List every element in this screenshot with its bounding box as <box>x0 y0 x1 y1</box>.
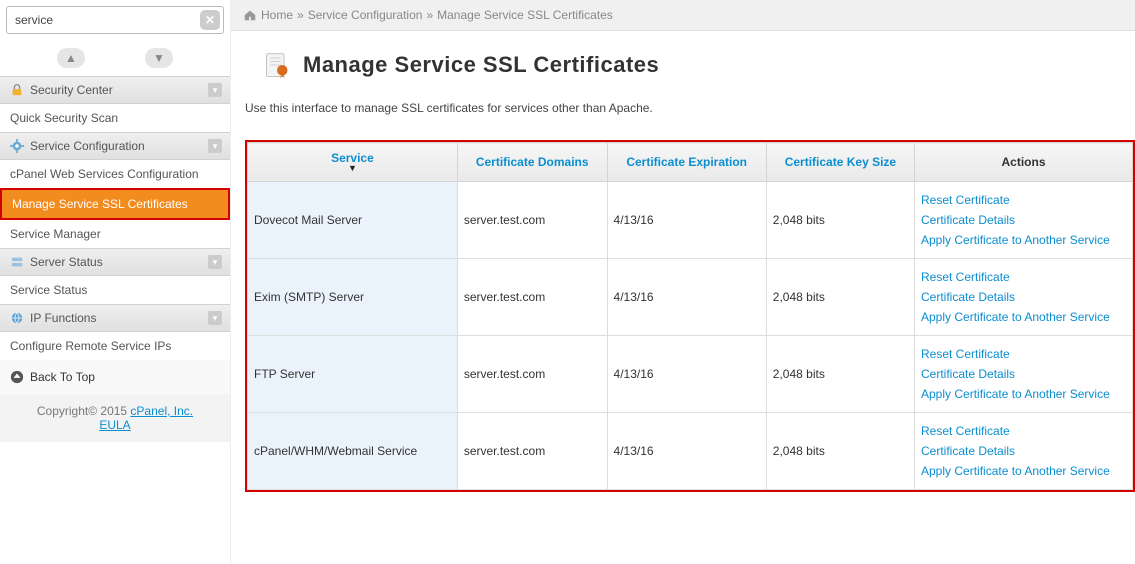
table-row: Exim (SMTP) Server server.test.com 4/13/… <box>248 259 1133 336</box>
table-row: Dovecot Mail Server server.test.com 4/13… <box>248 182 1133 259</box>
nav-section-label: Server Status <box>30 255 103 269</box>
cell-domain: server.test.com <box>457 413 607 490</box>
page-description: Use this interface to manage SSL certifi… <box>245 101 1135 115</box>
cell-key-size: 2,048 bits <box>766 413 914 490</box>
sidebar-item-manage-ssl[interactable]: Manage Service SSL Certificates <box>0 188 230 220</box>
copyright-footer: Copyright© 2015 cPanel, Inc. EULA <box>0 394 230 442</box>
nav-next-button[interactable]: ▼ <box>145 48 173 68</box>
sidebar-item-service-status[interactable]: Service Status <box>0 276 230 304</box>
home-icon <box>243 8 257 22</box>
breadcrumb-sep: » <box>426 8 433 22</box>
chevron-down-icon: ▾ <box>208 255 222 269</box>
clear-search-icon[interactable]: ✕ <box>200 10 220 30</box>
cert-details-link[interactable]: Certificate Details <box>921 441 1126 461</box>
breadcrumb-level2: Manage Service SSL Certificates <box>437 8 613 22</box>
reset-cert-link[interactable]: Reset Certificate <box>921 190 1126 210</box>
certificates-table-wrap: Service ▼ Certificate Domains Certificat… <box>245 140 1135 492</box>
cell-actions: Reset Certificate Certificate Details Ap… <box>915 182 1133 259</box>
gear-icon <box>10 139 24 153</box>
apply-cert-link[interactable]: Apply Certificate to Another Service <box>921 230 1126 250</box>
cell-actions: Reset Certificate Certificate Details Ap… <box>915 413 1133 490</box>
lock-icon <box>10 83 24 97</box>
cert-details-link[interactable]: Certificate Details <box>921 287 1126 307</box>
sidebar-item-quick-security-scan[interactable]: Quick Security Scan <box>0 104 230 132</box>
nav-section-service-configuration[interactable]: Service Configuration ▾ <box>0 132 230 160</box>
breadcrumb-level1[interactable]: Service Configuration <box>308 8 423 22</box>
back-to-top-link[interactable]: Back To Top <box>0 360 230 394</box>
table-row: FTP Server server.test.com 4/13/16 2,048… <box>248 336 1133 413</box>
breadcrumb-sep: » <box>297 8 304 22</box>
copyright-text: Copyright© 2015 <box>37 404 131 418</box>
cell-service: cPanel/WHM/Webmail Service <box>248 413 458 490</box>
server-icon <box>10 255 24 269</box>
col-key-size[interactable]: Certificate Key Size <box>766 143 914 182</box>
page-title: Manage Service SSL Certificates <box>303 52 659 78</box>
cell-key-size: 2,048 bits <box>766 336 914 413</box>
col-expiration[interactable]: Certificate Expiration <box>607 143 766 182</box>
up-arrow-icon <box>10 370 24 384</box>
reset-cert-link[interactable]: Reset Certificate <box>921 267 1126 287</box>
cell-service: Dovecot Mail Server <box>248 182 458 259</box>
cpanel-link[interactable]: cPanel, Inc. <box>130 404 193 418</box>
certificate-icon <box>263 51 291 79</box>
nav-section-ip-functions[interactable]: IP Functions ▾ <box>0 304 230 332</box>
cell-service: Exim (SMTP) Server <box>248 259 458 336</box>
cell-actions: Reset Certificate Certificate Details Ap… <box>915 259 1133 336</box>
reset-cert-link[interactable]: Reset Certificate <box>921 421 1126 441</box>
sort-desc-icon: ▼ <box>254 163 451 173</box>
cell-domain: server.test.com <box>457 182 607 259</box>
reset-cert-link[interactable]: Reset Certificate <box>921 344 1126 364</box>
col-service[interactable]: Service ▼ <box>248 143 458 182</box>
cert-details-link[interactable]: Certificate Details <box>921 364 1126 384</box>
chevron-down-icon: ▾ <box>208 139 222 153</box>
col-domains[interactable]: Certificate Domains <box>457 143 607 182</box>
nav-section-security-center[interactable]: Security Center ▾ <box>0 76 230 104</box>
breadcrumb: Home » Service Configuration » Manage Se… <box>231 0 1135 31</box>
nav-section-label: Service Configuration <box>30 139 145 153</box>
apply-cert-link[interactable]: Apply Certificate to Another Service <box>921 461 1126 481</box>
cell-key-size: 2,048 bits <box>766 259 914 336</box>
table-row: cPanel/WHM/Webmail Service server.test.c… <box>248 413 1133 490</box>
nav-prev-button[interactable]: ▲ <box>57 48 85 68</box>
cell-key-size: 2,048 bits <box>766 182 914 259</box>
sidebar: ✕ ▲ ▼ Security Center ▾ Quick Security S… <box>0 0 231 564</box>
chevron-down-icon: ▾ <box>208 311 222 325</box>
breadcrumb-home[interactable]: Home <box>261 8 293 22</box>
globe-icon <box>10 311 24 325</box>
cell-domain: server.test.com <box>457 336 607 413</box>
sidebar-item-cpanel-web-services[interactable]: cPanel Web Services Configuration <box>0 160 230 188</box>
nav-section-label: IP Functions <box>30 311 96 325</box>
apply-cert-link[interactable]: Apply Certificate to Another Service <box>921 307 1126 327</box>
cert-details-link[interactable]: Certificate Details <box>921 210 1126 230</box>
sidebar-item-configure-remote-ips[interactable]: Configure Remote Service IPs <box>0 332 230 360</box>
cell-actions: Reset Certificate Certificate Details Ap… <box>915 336 1133 413</box>
certificates-table: Service ▼ Certificate Domains Certificat… <box>247 142 1133 490</box>
nav-section-server-status[interactable]: Server Status ▾ <box>0 248 230 276</box>
back-to-top-label: Back To Top <box>30 370 95 384</box>
search-input[interactable] <box>6 6 224 34</box>
cell-expiration: 4/13/16 <box>607 336 766 413</box>
nav-section-label: Security Center <box>30 83 113 97</box>
cell-expiration: 4/13/16 <box>607 182 766 259</box>
cell-expiration: 4/13/16 <box>607 413 766 490</box>
cell-expiration: 4/13/16 <box>607 259 766 336</box>
cell-domain: server.test.com <box>457 259 607 336</box>
col-actions: Actions <box>915 143 1133 182</box>
sidebar-item-service-manager[interactable]: Service Manager <box>0 220 230 248</box>
cell-service: FTP Server <box>248 336 458 413</box>
chevron-down-icon: ▾ <box>208 83 222 97</box>
eula-link[interactable]: EULA <box>99 418 130 432</box>
apply-cert-link[interactable]: Apply Certificate to Another Service <box>921 384 1126 404</box>
